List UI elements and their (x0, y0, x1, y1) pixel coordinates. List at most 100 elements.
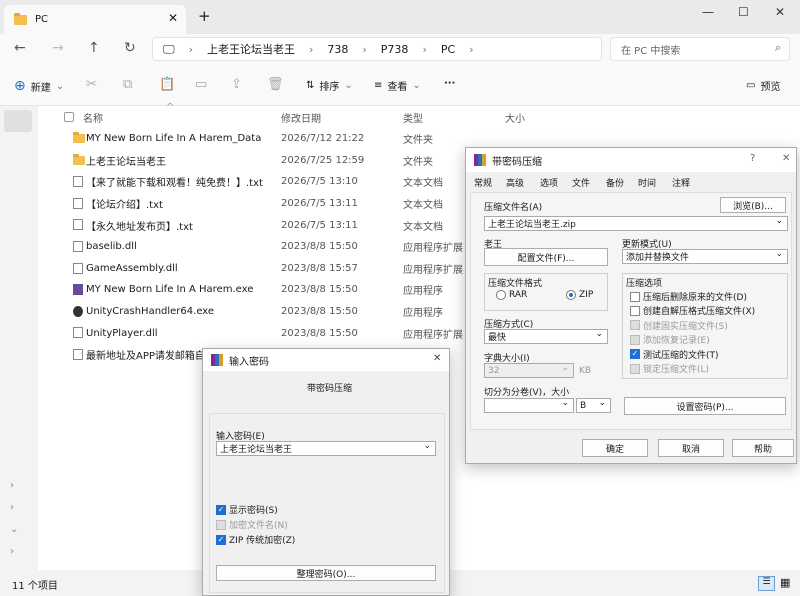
column-headers: 名称 ^ 修改日期 类型 大小 (38, 102, 800, 128)
breadcrumb-item[interactable]: P738 (381, 43, 409, 56)
select-all-checkbox[interactable] (64, 112, 74, 122)
search-placeholder: 在 PC 中搜索 (621, 45, 681, 57)
option-checkbox[interactable]: 创建自解压格式压缩文件(X) (630, 304, 755, 317)
item-count: 11 个项目 (12, 580, 58, 592)
rename-icon[interactable]: ▭ (195, 77, 207, 92)
encrypt-names-checkbox[interactable]: 加密文件名(N) (216, 518, 288, 531)
column-date[interactable]: 修改日期 (281, 110, 321, 125)
dictionary-select[interactable]: 32 (484, 363, 574, 378)
split-size-field[interactable] (484, 398, 574, 413)
file-name: 【永久地址发布页】.txt (86, 221, 193, 233)
archive-tab[interactable]: 选项 (540, 176, 558, 189)
option-label: 创建固实压缩文件(S) (643, 321, 728, 332)
archive-tab[interactable]: 备份 (606, 176, 624, 189)
maximize-icon[interactable]: ☐ (738, 5, 749, 19)
navigation-pane[interactable]: › › ⌄ › (0, 106, 38, 570)
checkbox-icon (630, 305, 640, 316)
archive-tab[interactable]: 注释 (672, 176, 690, 189)
forward-icon[interactable]: → (52, 40, 64, 56)
new-tab-icon[interactable]: + (198, 7, 211, 25)
archive-tab[interactable]: 时间 (638, 176, 656, 189)
organize-passwords-button[interactable]: 整理密码(O)... (216, 565, 436, 581)
column-name[interactable]: 名称 (83, 110, 103, 125)
rar-radio[interactable]: RAR (496, 290, 527, 300)
copy-icon[interactable]: ⧉ (123, 77, 132, 92)
paste-icon[interactable]: 📋 (159, 77, 175, 92)
address-bar[interactable]: 🖵 › 上老王论坛当老王 › 738 › P738 › PC › (152, 37, 602, 61)
tiles-view-icon[interactable]: ▦ (780, 576, 790, 589)
column-type[interactable]: 类型 (403, 110, 423, 125)
archive-filename-field[interactable]: 上老王论坛当老王.zip (484, 216, 788, 231)
zip-radio[interactable]: ZIP (566, 290, 593, 300)
archive-dialog-titlebar: 带密码压缩 ? ✕ (466, 148, 796, 172)
zip-legacy-checkbox[interactable]: ✓ ZIP 传统加密(Z) (216, 533, 295, 546)
more-options-button[interactable]: ··· (444, 78, 455, 89)
tab-title: PC (35, 14, 49, 25)
browse-button[interactable]: 浏览(B)... (720, 197, 786, 213)
text-file-icon (73, 219, 83, 231)
view-icon: ≡ (374, 80, 383, 91)
archive-tab[interactable]: 高级 (506, 176, 524, 189)
file-name: UnityPlayer.dll (86, 327, 158, 339)
close-icon[interactable]: ✕ (433, 353, 441, 364)
chevron-down-icon[interactable]: ⌄ (10, 524, 18, 535)
cancel-button[interactable]: 取消 (658, 439, 724, 457)
sidebar-selected-item[interactable] (4, 110, 32, 132)
radio-selected-icon (566, 290, 576, 300)
set-password-button[interactable]: 设置密码(P)... (624, 397, 786, 415)
filename-label: 压缩文件名(A) (484, 203, 543, 213)
file-date: 2026/7/5 13:11 (281, 198, 358, 210)
close-tab-icon[interactable]: ✕ (168, 11, 178, 25)
split-unit-select[interactable]: B (576, 398, 611, 413)
help-icon[interactable]: ? (750, 153, 755, 164)
new-button[interactable]: ⊕ 新建 ⌄ (14, 78, 64, 94)
refresh-icon[interactable]: ↻ (124, 40, 136, 56)
file-date: 2026/7/25 12:59 (281, 154, 365, 166)
details-view-icon[interactable]: ☰ (758, 576, 775, 591)
chevron-right-icon[interactable]: › (10, 480, 14, 491)
column-size[interactable]: 大小 (505, 110, 525, 125)
chevron-down-icon: ⌄ (55, 80, 65, 92)
dll-file-icon (73, 262, 83, 274)
option-checkbox[interactable]: 压缩后删除原来的文件(D) (630, 290, 747, 303)
view-button[interactable]: ≡ 查看 ⌄ (374, 78, 421, 93)
delete-icon[interactable]: 🗑 (267, 77, 284, 92)
minimize-icon[interactable]: — (702, 5, 714, 19)
option-checkbox[interactable]: ✓ 测试压缩的文件(T) (630, 348, 719, 361)
file-name: baselib.dll (86, 241, 137, 253)
help-button[interactable]: 帮助 (732, 439, 794, 457)
ok-button[interactable]: 确定 (582, 439, 648, 457)
method-select[interactable]: 最快 (484, 329, 608, 344)
show-password-checkbox[interactable]: ✓ 显示密码(S) (216, 503, 278, 516)
breadcrumb-item[interactable]: 上老王论坛当老王 (207, 41, 295, 57)
back-icon[interactable]: ← (14, 40, 26, 56)
close-icon[interactable]: ✕ (782, 153, 790, 164)
file-name: GameAssembly.dll (86, 262, 178, 274)
breadcrumb-item[interactable]: PC (441, 43, 455, 56)
up-icon[interactable]: ↑ (88, 40, 100, 56)
explorer-tab[interactable]: PC ✕ (4, 5, 186, 34)
option-checkbox[interactable]: 添加恢复记录(E) (630, 333, 710, 346)
close-window-icon[interactable]: ✕ (775, 5, 785, 19)
search-input[interactable]: 在 PC 中搜索 ⌕ (610, 37, 790, 61)
dll-file-icon (73, 241, 83, 252)
file-name: 【论坛介绍】.txt (86, 200, 163, 212)
archive-tab[interactable]: 常规 (474, 176, 492, 189)
preview-button[interactable]: ▭ 预览 (746, 78, 780, 93)
chevron-right-icon[interactable]: › (10, 546, 14, 557)
share-icon[interactable]: ⇪ (231, 77, 242, 92)
breadcrumb-item[interactable]: 738 (327, 43, 348, 56)
checkbox-disabled-icon (216, 519, 226, 530)
update-mode-select[interactable]: 添加并替换文件 (622, 249, 788, 264)
cut-icon[interactable]: ✂ (86, 77, 97, 92)
archive-tab[interactable]: 文件 (572, 176, 590, 189)
sort-button[interactable]: ⇅ 排序 ⌄ (306, 78, 353, 93)
chevron-right-icon[interactable]: › (10, 502, 14, 513)
winrar-icon (211, 354, 223, 366)
option-checkbox[interactable]: 锁定压缩文件(L) (630, 362, 709, 375)
password-field[interactable]: 上老王论坛当老王 (216, 441, 436, 456)
option-checkbox[interactable]: 创建固实压缩文件(S) (630, 319, 728, 332)
file-date: 2023/8/8 15:50 (281, 284, 358, 296)
profile-button[interactable]: 配置文件(F)... (484, 248, 608, 266)
preview-pane-icon: ▭ (746, 80, 756, 91)
